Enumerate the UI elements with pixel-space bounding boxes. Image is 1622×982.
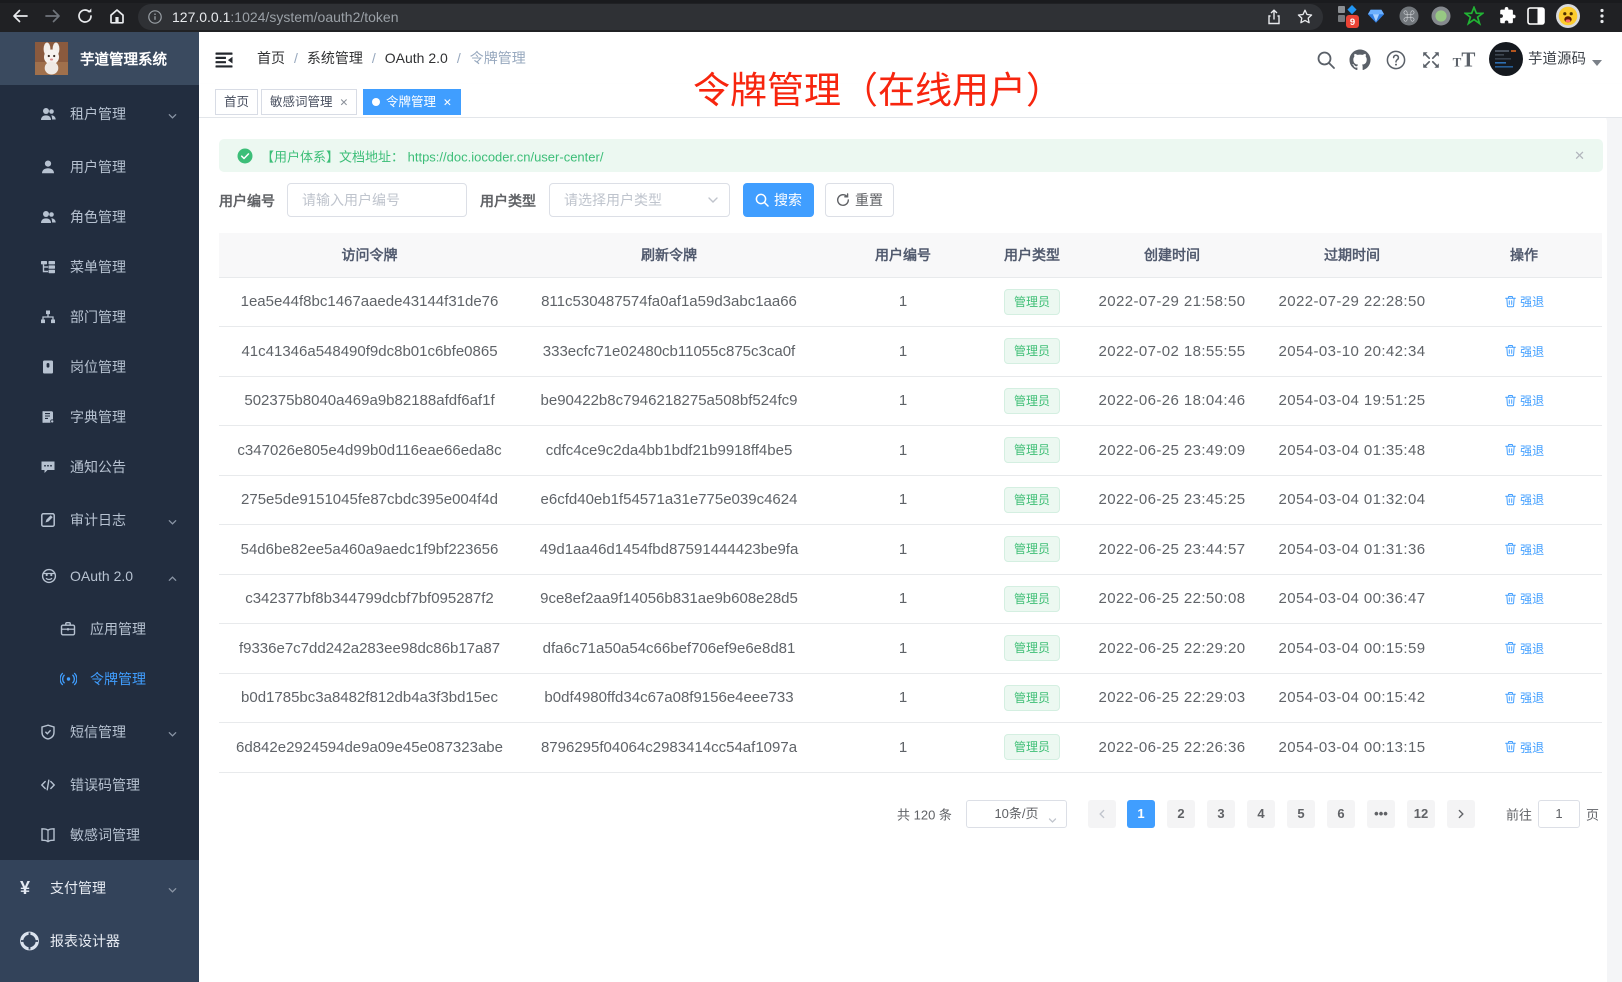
- svg-text:⌘: ⌘: [1403, 10, 1415, 24]
- svg-text:9: 9: [1350, 17, 1355, 28]
